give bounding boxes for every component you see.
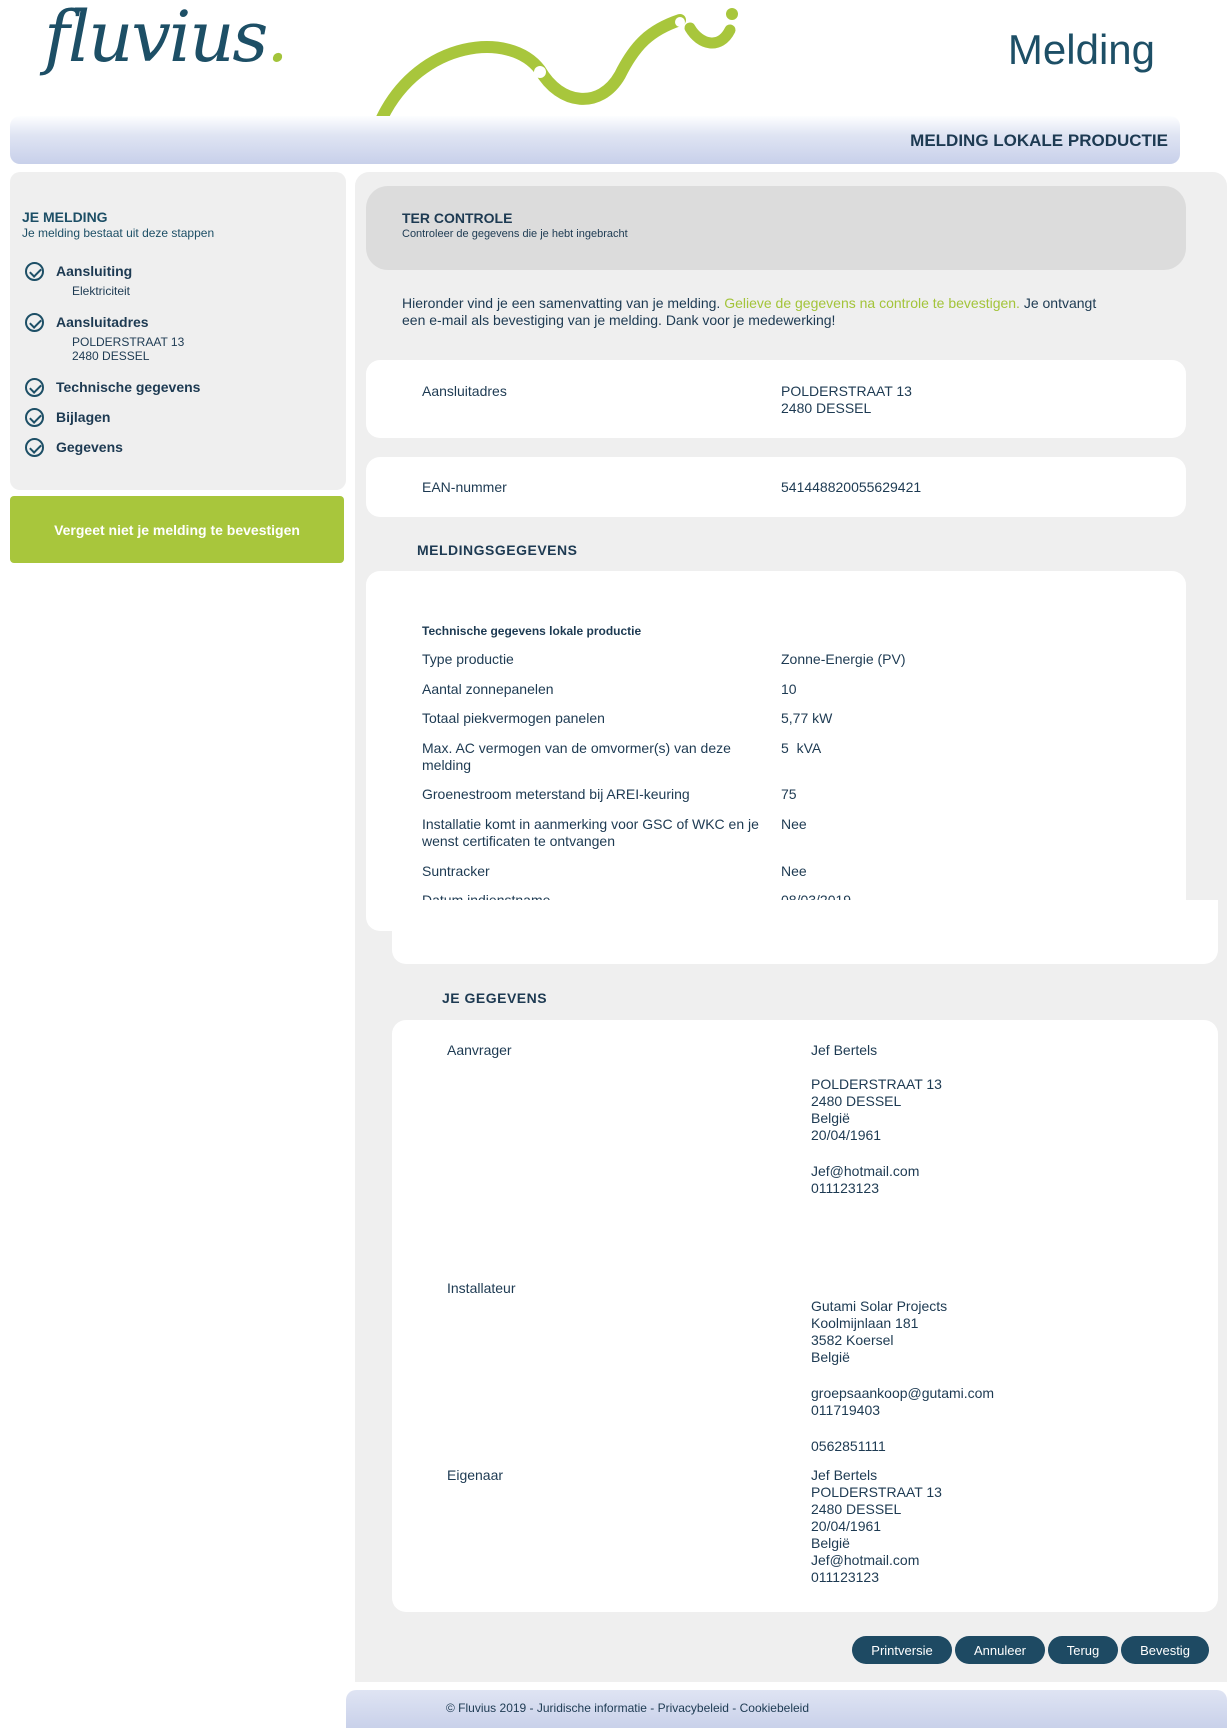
row-label: Suntracker <box>422 863 490 879</box>
row-label: Groenestroom meterstand bij AREI-keuring <box>422 786 690 802</box>
check-circle-icon <box>25 408 44 427</box>
ean-value: 541448820055629421 <box>781 479 922 495</box>
row-value: 75 <box>781 786 797 802</box>
footer-links[interactable]: © Fluvius 2019 - Juridische informatie -… <box>446 1701 809 1715</box>
sidebar-item-label: Aansluitadres <box>56 314 149 330</box>
confirm-hint: Gelieve de gegevens na controle te beves… <box>724 295 1020 311</box>
aanvrager-name: Jef Bertels <box>811 1042 878 1058</box>
gegevens-card <box>392 1020 1218 1612</box>
page-title: Melding <box>1007 26 1155 73</box>
section-banner: MELDING LOKALE PRODUCTIE <box>10 116 1180 164</box>
row-label: Type productie <box>422 651 514 667</box>
check-circle-icon <box>25 438 44 457</box>
installateur-contact: groepsaankoop@gutami.com 011719403 <box>811 1385 995 1418</box>
installateur-extra-phone: 0562851111 <box>811 1438 886 1454</box>
sidebar-item-label: Technische gegevens <box>56 379 201 395</box>
confirm-reminder: Vergeet niet je melding te bevestigen <box>10 496 344 563</box>
check-circle-icon <box>25 262 44 281</box>
check-circle-icon <box>25 378 44 397</box>
aanvrager-contact: Jef@hotmail.com 011123123 <box>811 1163 920 1196</box>
row-value: 10 <box>781 681 797 697</box>
address-value: POLDERSTRAAT 13 2480 DESSEL <box>781 383 912 416</box>
installateur-address: Gutami Solar Projects Koolmijnlaan 181 3… <box>811 1298 948 1365</box>
footer: © Fluvius 2019 - Juridische informatie -… <box>346 1690 1227 1728</box>
back-button[interactable]: Terug <box>1048 1636 1118 1664</box>
decorative-wave <box>376 8 738 120</box>
row-value: Zonne-Energie (PV) <box>781 651 906 667</box>
cancel-button[interactable]: Annuleer <box>955 1636 1045 1664</box>
summary-intro: Hieronder vind je een samenvatting van j… <box>402 295 1097 328</box>
check-circle-icon <box>25 313 44 332</box>
installateur-label: Installateur <box>447 1280 516 1296</box>
row-value: 5 kVA <box>781 740 822 756</box>
row-value: Nee <box>781 816 807 832</box>
row-label: Installatie komt in aanmerking voor GSC … <box>422 816 759 849</box>
sidebar-item-label: Aansluiting <box>56 263 133 279</box>
eigenaar-details: Jef Bertels POLDERSTRAAT 13 2480 DESSEL … <box>811 1467 942 1585</box>
sidebar-item-detail: Elektriciteit <box>72 284 131 298</box>
row-label: Max. AC vermogen van de omvormer(s) van … <box>422 740 731 773</box>
spacer-card <box>392 900 1218 964</box>
sidebar-item-label: Gegevens <box>56 439 123 455</box>
confirm-button[interactable]: Bevestig <box>1121 1636 1209 1664</box>
sidebar-subheading: Je melding bestaat uit deze stappen <box>22 226 215 240</box>
banner-title: MELDING LOKALE PRODUCTIE <box>910 131 1168 150</box>
control-title: TER CONTROLE <box>402 210 513 226</box>
fluvius-logo: fluvius. <box>44 0 289 78</box>
sidebar-item-detail: POLDERSTRAAT 13 2480 DESSEL <box>72 335 185 363</box>
print-button[interactable]: Printversie <box>852 1636 952 1664</box>
control-subtitle: Controleer de gegevens die je hebt ingeb… <box>402 228 628 240</box>
melding-heading: MELDINGSGEGEVENS <box>417 542 578 558</box>
aanvrager-address: POLDERSTRAAT 13 2480 DESSEL België 20/04… <box>811 1076 942 1143</box>
eigenaar-label: Eigenaar <box>447 1467 504 1483</box>
row-label: Aantal zonnepanelen <box>422 681 554 697</box>
address-label: Aansluitadres <box>422 383 507 399</box>
row-value: Nee <box>781 863 807 879</box>
ean-label: EAN-nummer <box>422 479 507 495</box>
aanvrager-label: Aanvrager <box>447 1042 512 1058</box>
gegevens-heading: JE GEGEVENS <box>442 990 548 1006</box>
row-value: 5,77 kW <box>781 710 833 726</box>
row-label: Totaal piekvermogen panelen <box>422 710 605 726</box>
sidebar-item-label: Bijlagen <box>56 409 111 425</box>
sidebar-heading: JE MELDING <box>22 209 108 225</box>
melding-subheading: Technische gegevens lokale productie <box>422 624 642 638</box>
